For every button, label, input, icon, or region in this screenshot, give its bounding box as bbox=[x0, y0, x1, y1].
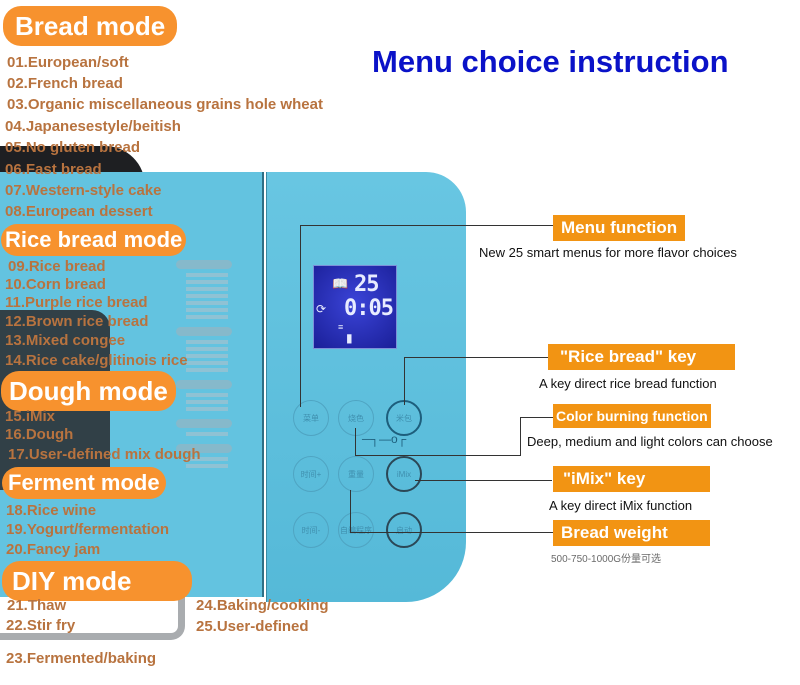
menu-item: 04.Japanesestyle/beitish bbox=[5, 118, 181, 135]
diy-mode-heading: DIY mode bbox=[2, 561, 192, 601]
menu-item: 13.Mixed congee bbox=[5, 332, 126, 349]
child-lock-key-icon: ─┐—o┌ bbox=[362, 432, 407, 446]
bread-mode-heading: Bread mode bbox=[3, 6, 178, 46]
color-key-label: 烧色 bbox=[348, 413, 364, 423]
leader-line-rice-v bbox=[404, 357, 405, 405]
menu-item: 08.European dessert bbox=[5, 203, 153, 220]
menu-item: 02.French bread bbox=[7, 75, 123, 92]
color-burning-desc: Deep, medium and light colors can choose bbox=[527, 434, 773, 449]
leader-line-rice-h bbox=[404, 357, 550, 358]
page-title: Menu choice instruction bbox=[372, 44, 729, 79]
bread-loaf-icon: ▮ bbox=[346, 331, 353, 345]
bread-weight-desc: 500-750-1000G份量可选 bbox=[551, 554, 662, 565]
leader-line-menu-v bbox=[300, 225, 301, 407]
menu-item: 10.Corn bread bbox=[5, 276, 106, 293]
leader-line-menu-h bbox=[300, 225, 556, 226]
start-key[interactable]: 启动 bbox=[386, 512, 422, 548]
lcd-display: 📖 25 ⟳ 0:05 ≡ ▮ bbox=[313, 265, 397, 349]
menu-item: 11.Purple rice bread bbox=[5, 294, 148, 311]
menu-item: 20.Fancy jam bbox=[6, 541, 101, 558]
time-minus-key[interactable]: 时间- bbox=[293, 512, 329, 548]
menu-key-label: 菜单 bbox=[303, 413, 319, 423]
custom-key-label: 自编程序 bbox=[340, 525, 372, 535]
menu-item: 05.No gluten bread bbox=[5, 139, 141, 156]
menu-item: 17.User-defined mix dough bbox=[8, 446, 201, 463]
lcd-menu-number: 25 bbox=[354, 272, 379, 297]
menu-item: 21.Thaw bbox=[7, 597, 67, 614]
menu-item: 16.Dough bbox=[5, 426, 74, 443]
time-minus-label: 时间- bbox=[301, 525, 321, 535]
menu-item: 14.Rice cake/glitinois rice bbox=[5, 352, 188, 369]
rice-bread-key[interactable]: 米包 bbox=[386, 400, 422, 436]
menu-item: 19.Yogurt/fermentation bbox=[6, 521, 170, 538]
menu-item: 03.Organic miscellaneous grains hole whe… bbox=[7, 96, 323, 113]
bread-weight-callout: Bread weight bbox=[553, 520, 710, 546]
menu-item: 09.Rice bread bbox=[8, 258, 106, 275]
custom-program-key[interactable]: 自编程序 bbox=[338, 512, 374, 548]
menu-item: 15.iMix bbox=[5, 408, 56, 425]
menu-item: 06.Fast bread bbox=[5, 161, 102, 178]
imix-key[interactable]: iMix bbox=[386, 456, 422, 492]
menu-item: 01.European/soft bbox=[7, 54, 129, 71]
menu-item: 23.Fermented/baking bbox=[6, 650, 157, 667]
menu-item: 12.Brown rice bread bbox=[5, 313, 149, 330]
color-key[interactable]: 烧色 bbox=[338, 400, 374, 436]
leader-line-color-h2 bbox=[520, 417, 555, 418]
menu-function-desc: New 25 smart menus for more flavor choic… bbox=[479, 245, 737, 260]
loop-icon: ⟳ bbox=[316, 302, 327, 316]
leader-line-weight-v bbox=[350, 490, 351, 532]
rice-bread-key-callout: "Rice bread" key bbox=[548, 344, 735, 370]
dough-mode-heading: Dough mode bbox=[1, 371, 176, 411]
menu-function-callout: Menu function bbox=[553, 215, 686, 241]
rice-bread-mode-heading: Rice bread mode bbox=[1, 224, 187, 256]
color-burning-callout: Color burning function bbox=[553, 404, 711, 428]
lcd-time: 0:05 bbox=[344, 296, 394, 321]
rice-bread-key-desc: A key direct rice bread function bbox=[539, 376, 717, 391]
weight-key[interactable]: 重量 bbox=[338, 456, 374, 492]
leader-line-color-v2 bbox=[520, 417, 521, 456]
crust-mark-icon: ≡ bbox=[338, 322, 344, 332]
leader-line-weight-h bbox=[350, 532, 556, 533]
menu-key[interactable]: 菜单 bbox=[293, 400, 329, 436]
book-icon: 📖 bbox=[332, 276, 349, 291]
menu-item: 25.User-defined bbox=[196, 618, 309, 635]
weight-key-label: 重量 bbox=[348, 469, 364, 479]
imix-key-callout: "iMix" key bbox=[553, 466, 710, 492]
menu-item: 24.Baking/cooking bbox=[196, 597, 329, 614]
start-key-label: 启动 bbox=[396, 525, 412, 535]
imix-key-desc: A key direct iMix function bbox=[549, 498, 693, 513]
leader-line-imix bbox=[415, 480, 552, 481]
time-plus-label: 时间+ bbox=[300, 469, 322, 479]
leader-line-color-h bbox=[355, 455, 520, 456]
ferment-mode-heading: Ferment mode bbox=[2, 467, 166, 499]
menu-item: 18.Rice wine bbox=[6, 502, 97, 519]
menu-item: 22.Stir fry bbox=[6, 617, 76, 634]
leader-line-color-v bbox=[355, 428, 356, 456]
imix-key-label: iMix bbox=[396, 469, 412, 479]
time-plus-key[interactable]: 时间+ bbox=[293, 456, 329, 492]
rice-key-label: 米包 bbox=[396, 413, 412, 423]
menu-item: 07.Western-style cake bbox=[5, 182, 162, 199]
